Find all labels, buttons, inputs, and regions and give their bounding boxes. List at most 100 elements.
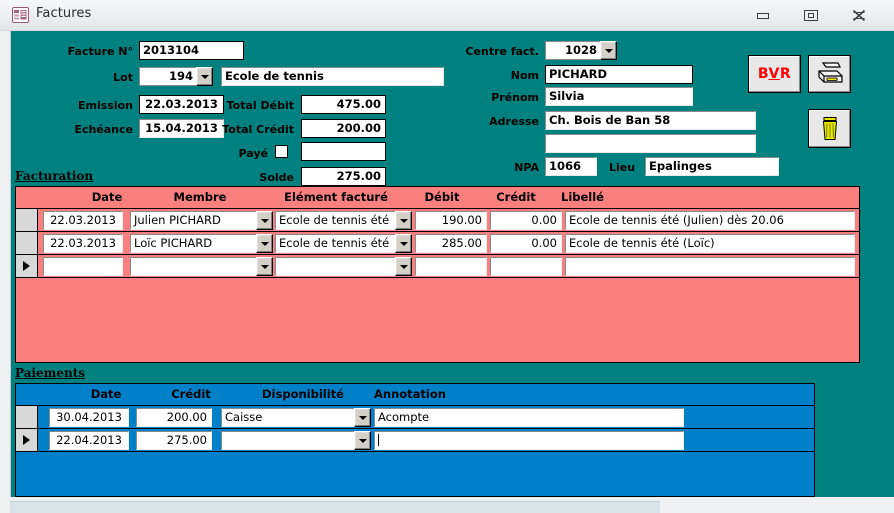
row-selector[interactable] bbox=[16, 232, 38, 254]
npa-field[interactable]: 1066 bbox=[545, 157, 597, 176]
table-row[interactable]: 30.04.2013 200.00 Caisse Acompte bbox=[16, 406, 814, 429]
table-row[interactable]: 22.03.2013 Julien PICHARD Ecole de tenni… bbox=[16, 209, 859, 232]
minimize-icon bbox=[757, 13, 769, 19]
lot-combo-value: 194 bbox=[139, 67, 196, 86]
cell-debit[interactable]: 285.00 bbox=[415, 234, 487, 253]
total-debit-field: 475.00 bbox=[301, 95, 386, 114]
cell-payment-credit[interactable]: 200.00 bbox=[136, 408, 212, 427]
cell-date[interactable]: 22.03.2013 bbox=[43, 234, 123, 253]
cell-libelle[interactable]: Ecole de tennis été (Loïc) bbox=[565, 234, 855, 253]
cell-element[interactable]: Ecole de tennis été bbox=[275, 234, 412, 253]
close-icon bbox=[852, 10, 866, 21]
column-header-element[interactable]: Elément facturé bbox=[265, 190, 407, 204]
bvr-button[interactable]: BVR bbox=[748, 55, 801, 93]
facturation-header-row: Date Membre Elément facturé Débit Crédit… bbox=[16, 187, 859, 209]
paiements-header-row: Date Crédit Disponibilité Annotation bbox=[16, 384, 814, 406]
column-header-credit[interactable]: Crédit bbox=[146, 387, 236, 401]
emission-label: Emission bbox=[78, 99, 133, 112]
cell-date[interactable]: 22.03.2013 bbox=[43, 211, 123, 230]
chevron-down-icon[interactable] bbox=[395, 211, 412, 230]
restore-button[interactable] bbox=[790, 0, 832, 30]
cell-element[interactable] bbox=[275, 257, 412, 276]
chevron-down-icon[interactable] bbox=[395, 234, 412, 253]
paye-label: Payé bbox=[238, 147, 268, 160]
cell-payment-date[interactable]: 22.04.2013 bbox=[49, 431, 129, 450]
window-title: Factures bbox=[36, 6, 92, 21]
lot-description-field[interactable]: Ecole de tennis bbox=[221, 67, 444, 86]
cell-credit[interactable]: 0.00 bbox=[490, 234, 562, 253]
prenom-field[interactable]: Silvia bbox=[545, 87, 693, 106]
facture-no-field[interactable]: 2013104 bbox=[139, 41, 244, 60]
chevron-down-icon[interactable] bbox=[600, 41, 617, 60]
chevron-down-icon[interactable] bbox=[354, 408, 371, 427]
row-selector[interactable] bbox=[16, 209, 38, 231]
cell-element[interactable]: Ecole de tennis été bbox=[275, 211, 412, 230]
cell-annotation-focused[interactable] bbox=[374, 431, 684, 450]
row-selector-current[interactable] bbox=[16, 255, 38, 277]
column-header-date[interactable]: Date bbox=[56, 387, 156, 401]
chevron-down-icon[interactable] bbox=[196, 67, 213, 86]
table-row[interactable]: 22.03.2013 Loïc PICHARD Ecole de tennis … bbox=[16, 232, 859, 255]
cell-membre[interactable] bbox=[130, 257, 273, 276]
column-header-libelle[interactable]: Libellé bbox=[561, 190, 604, 204]
cell-credit[interactable] bbox=[490, 257, 562, 276]
delete-button[interactable] bbox=[808, 109, 851, 148]
cell-payment-credit[interactable]: 275.00 bbox=[136, 431, 212, 450]
trash-icon bbox=[822, 116, 837, 140]
table-row[interactable] bbox=[16, 255, 859, 278]
cell-disponibilite[interactable] bbox=[221, 431, 371, 450]
cell-membre[interactable]: Julien PICHARD bbox=[130, 211, 273, 230]
column-header-credit[interactable]: Crédit bbox=[481, 190, 551, 204]
factures-window: Factures Facture N° 2013104 Lot 194 Ecol… bbox=[0, 0, 894, 513]
paye-checkbox[interactable] bbox=[275, 145, 288, 158]
chevron-down-icon[interactable] bbox=[256, 211, 273, 230]
paiements-datasheet[interactable]: Date Crédit Disponibilité Annotation 30.… bbox=[15, 383, 815, 497]
cell-element-value: Ecole de tennis été bbox=[275, 234, 395, 253]
chevron-down-icon[interactable] bbox=[256, 257, 273, 276]
column-header-annotation[interactable]: Annotation bbox=[374, 387, 446, 401]
column-header-debit[interactable]: Débit bbox=[406, 190, 478, 204]
cell-disponibilite-value bbox=[221, 431, 354, 450]
printer-icon bbox=[817, 62, 843, 83]
facturation-datasheet[interactable]: Date Membre Elément facturé Débit Crédit… bbox=[15, 186, 860, 363]
cell-debit[interactable] bbox=[415, 257, 487, 276]
centre-fact-value: 1028 bbox=[545, 41, 600, 60]
prenom-label: Prénom bbox=[491, 91, 539, 104]
solde-field: 275.00 bbox=[301, 167, 386, 186]
row-selector[interactable] bbox=[16, 406, 38, 428]
row-selector-current[interactable] bbox=[16, 429, 38, 451]
minimize-button[interactable] bbox=[742, 0, 784, 30]
cell-payment-date[interactable]: 30.04.2013 bbox=[49, 408, 129, 427]
adresse-field-2[interactable] bbox=[545, 134, 756, 153]
print-button[interactable] bbox=[808, 55, 851, 93]
cell-annotation[interactable]: Acompte bbox=[374, 408, 684, 427]
table-row[interactable]: 22.04.2013 275.00 bbox=[16, 429, 814, 452]
horizontal-scrollbar[interactable] bbox=[10, 501, 660, 513]
cell-disponibilite[interactable]: Caisse bbox=[221, 408, 371, 427]
nom-field[interactable]: PICHARD bbox=[545, 65, 693, 84]
cell-membre[interactable]: Loïc PICHARD bbox=[130, 234, 273, 253]
text-cursor bbox=[378, 434, 379, 446]
chevron-down-icon[interactable] bbox=[256, 234, 273, 253]
paye-date-field[interactable] bbox=[301, 142, 386, 161]
chevron-down-icon[interactable] bbox=[395, 257, 412, 276]
cell-membre-value: Julien PICHARD bbox=[130, 211, 256, 230]
close-button[interactable] bbox=[838, 0, 880, 30]
lieu-field[interactable]: Epalinges bbox=[645, 157, 779, 176]
echeance-label: Echéance bbox=[74, 123, 133, 136]
cell-credit[interactable]: 0.00 bbox=[490, 211, 562, 230]
chevron-down-icon[interactable] bbox=[354, 431, 371, 450]
paiements-caption: Paiements bbox=[15, 366, 86, 380]
column-header-membre[interactable]: Membre bbox=[130, 190, 270, 204]
cell-date[interactable] bbox=[43, 257, 123, 276]
adresse-field[interactable]: Ch. Bois de Ban 58 bbox=[545, 111, 756, 130]
column-header-disponibilite[interactable]: Disponibilité bbox=[231, 387, 375, 401]
cell-libelle[interactable]: Ecole de tennis été (Julien) dès 20.06 bbox=[565, 211, 855, 230]
centre-fact-combo[interactable]: 1028 bbox=[545, 41, 617, 60]
lot-combo[interactable]: 194 bbox=[139, 67, 213, 86]
cell-membre-value: Loïc PICHARD bbox=[130, 234, 256, 253]
cell-debit[interactable]: 190.00 bbox=[415, 211, 487, 230]
restore-icon bbox=[804, 10, 818, 21]
form-client-area: Facture N° 2013104 Lot 194 Ecole de tenn… bbox=[10, 31, 894, 497]
cell-libelle[interactable] bbox=[565, 257, 855, 276]
